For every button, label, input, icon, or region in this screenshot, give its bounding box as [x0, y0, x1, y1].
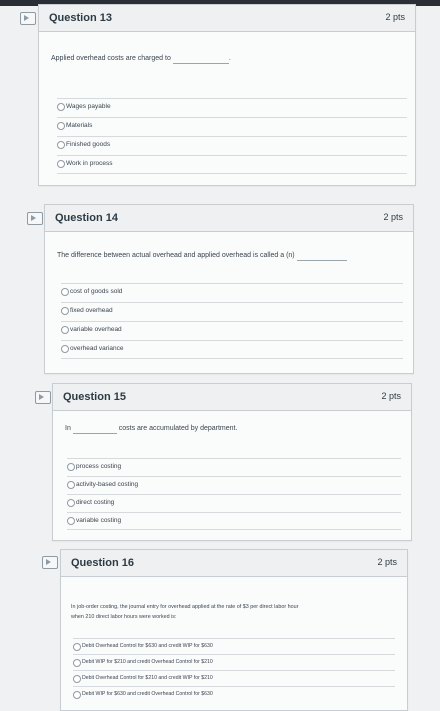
radio-button[interactable] [61, 307, 69, 315]
answer-option[interactable]: activity-based costing [67, 476, 401, 494]
option-label: Debit Overhead Control for $630 and cred… [82, 643, 213, 649]
answer-blank [172, 55, 229, 64]
question-text-line-1: In job-order costing, the journal entry … [71, 604, 299, 610]
option-divider [57, 173, 407, 174]
radio-button[interactable] [57, 103, 65, 111]
option-label: overhead variance [70, 345, 124, 352]
answer-option[interactable]: fixed overhead [61, 302, 403, 320]
radio-button[interactable] [57, 160, 65, 168]
radio-button[interactable] [67, 481, 75, 489]
radio-button[interactable] [73, 675, 81, 683]
radio-button[interactable] [73, 691, 81, 699]
question-13-header: Question 13 2 pts [39, 5, 415, 32]
radio-button[interactable] [73, 659, 81, 667]
question-16-header: Question 16 2 pts [61, 550, 407, 577]
question-title: Question 16 [71, 557, 134, 569]
question-14-header: Question 14 2 pts [45, 205, 413, 232]
option-label: cost of goods sold [70, 288, 123, 295]
option-divider [67, 529, 401, 530]
option-label: Debit WIP for $210 and credit Overhead C… [82, 659, 213, 665]
question-text: In [65, 425, 71, 432]
answer-option[interactable]: Materials [57, 117, 407, 135]
question-14-text: The difference between actual overhead a… [57, 251, 347, 261]
radio-button[interactable] [61, 345, 69, 353]
option-label: Work in process [66, 160, 113, 167]
answer-option[interactable]: Debit WIP for $630 and credit Overhead C… [73, 686, 395, 704]
question-15-card: Question 15 2 pts In costs are accumulat… [52, 383, 412, 541]
question-title: Question 13 [49, 12, 112, 24]
option-label: variable overhead [70, 326, 122, 333]
option-label: Debit WIP for $630 and credit Overhead C… [82, 691, 213, 697]
flag-question-15-icon[interactable] [35, 391, 51, 404]
radio-button[interactable] [67, 499, 75, 507]
radio-button[interactable] [61, 288, 69, 296]
option-label: direct costing [76, 499, 115, 506]
flag-question-14-icon[interactable] [27, 212, 43, 225]
option-label: activity-based costing [76, 481, 139, 488]
option-label: variable costing [76, 517, 122, 524]
question-16-text: In job-order costing, the journal entry … [71, 602, 401, 622]
question-13-card: Question 13 2 pts Applied overhead costs… [38, 4, 416, 186]
answer-option[interactable]: Work in process [57, 155, 407, 173]
question-text: The difference between actual overhead a… [57, 252, 295, 259]
question-text-end: costs are accumulated by department. [118, 425, 238, 432]
answer-option[interactable]: Finished goods [57, 136, 407, 154]
radio-button[interactable] [57, 122, 65, 130]
radio-button[interactable] [73, 643, 81, 651]
option-label: fixed overhead [70, 307, 113, 314]
radio-button[interactable] [67, 517, 75, 525]
option-label: Debit Overhead Control for $210 and cred… [82, 675, 213, 681]
option-label: Finished goods [66, 141, 111, 148]
question-text-line-2: when 210 direct labor hours were worked … [71, 614, 177, 620]
flag-question-13-icon[interactable] [20, 12, 36, 25]
question-13-text: Applied overhead costs are charged to . [51, 54, 231, 64]
option-label: Wages payable [66, 103, 111, 110]
answer-option[interactable]: cost of goods sold [61, 283, 403, 301]
flag-question-16-icon[interactable] [42, 556, 58, 569]
radio-button[interactable] [57, 141, 65, 149]
answer-option[interactable]: variable overhead [61, 321, 403, 339]
question-text-end: . [228, 55, 231, 62]
option-divider [61, 358, 403, 359]
option-label: Materials [66, 122, 93, 129]
answer-blank [296, 252, 347, 261]
answer-option[interactable]: process costing [67, 458, 401, 476]
question-title: Question 15 [63, 391, 126, 403]
answer-option[interactable]: overhead variance [61, 340, 403, 358]
question-points: 2 pts [381, 391, 401, 401]
question-title: Question 14 [55, 212, 118, 224]
question-15-text: In costs are accumulated by department. [65, 424, 237, 434]
question-16-card: Question 16 2 pts In job-order costing, … [60, 549, 408, 711]
radio-button[interactable] [61, 326, 69, 334]
question-points: 2 pts [383, 212, 403, 222]
answer-option[interactable]: variable costing [67, 512, 401, 530]
question-text: Applied overhead costs are charged to [51, 55, 171, 62]
question-points: 2 pts [385, 12, 405, 22]
radio-button[interactable] [67, 463, 75, 471]
answer-blank [72, 425, 117, 434]
question-15-header: Question 15 2 pts [53, 384, 411, 411]
answer-option[interactable]: direct costing [67, 494, 401, 512]
option-label: process costing [76, 463, 122, 470]
question-points: 2 pts [377, 557, 397, 567]
answer-option[interactable]: Wages payable [57, 98, 407, 116]
question-14-card: Question 14 2 pts The difference between… [44, 204, 414, 374]
